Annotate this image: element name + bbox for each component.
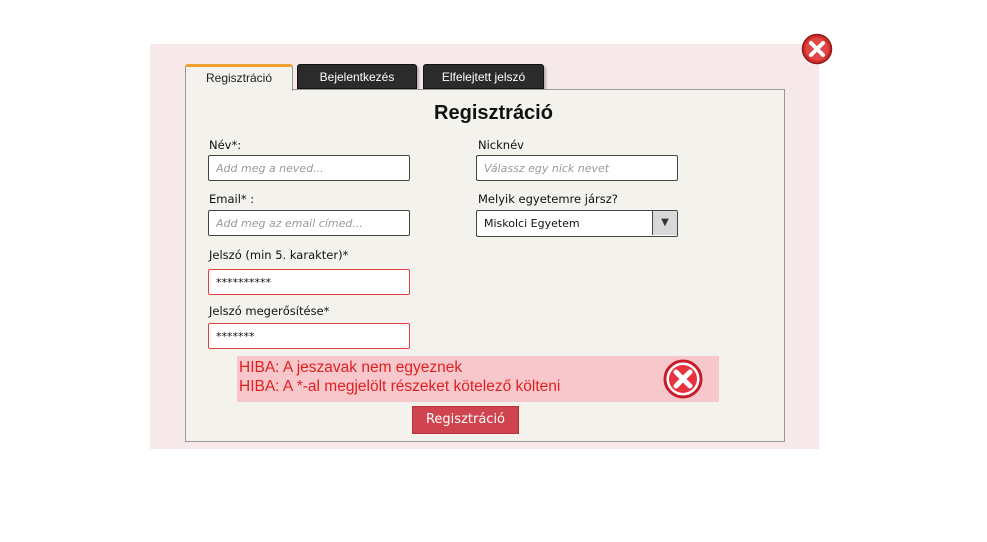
password-confirm-input[interactable]: [208, 323, 410, 349]
university-selected-value: Miskolci Egyetem: [484, 217, 580, 230]
university-select[interactable]: Miskolci Egyetem ▼: [476, 210, 678, 237]
error-required-fields: HIBA: A *-al megjelölt részeket kötelező…: [239, 378, 561, 395]
register-button[interactable]: Regisztráció: [412, 406, 519, 434]
email-label: Email* :: [209, 192, 255, 206]
tab-login[interactable]: Bejelentkezés: [297, 64, 417, 89]
email-input[interactable]: [208, 210, 410, 236]
password-confirm-label: Jelszó megerősítése*: [209, 304, 330, 318]
password-label: Jelszó (min 5. karakter)*: [209, 248, 349, 262]
error-passwords-mismatch: HIBA: A jeszavak nem egyeznek: [239, 359, 463, 376]
error-message-box: HIBA: A jeszavak nem egyeznek HIBA: A *-…: [237, 356, 719, 402]
error-x-icon[interactable]: [663, 359, 703, 399]
nickname-input[interactable]: [476, 155, 678, 181]
name-label: Név*:: [209, 138, 242, 152]
close-icon[interactable]: [801, 33, 833, 65]
tab-registration[interactable]: Regisztráció: [185, 64, 293, 91]
nickname-label: Nicknév: [478, 138, 524, 152]
university-label: Melyik egyetemre jársz?: [478, 192, 618, 206]
name-input[interactable]: [208, 155, 410, 181]
dropdown-arrow-icon[interactable]: ▼: [652, 211, 677, 235]
password-input[interactable]: [208, 269, 410, 295]
tab-forgot-password[interactable]: Elfelejtett jelszó: [423, 64, 544, 89]
